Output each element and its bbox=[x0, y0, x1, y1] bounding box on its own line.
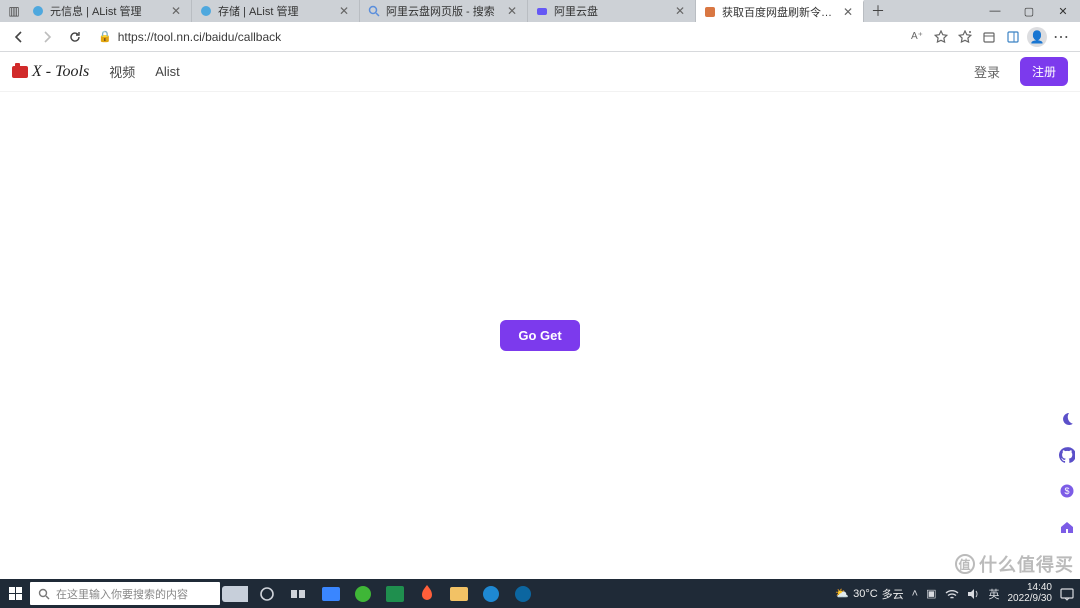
weather-desc: 多云 bbox=[882, 586, 904, 602]
tab-title: 元信息 | AList 管理 bbox=[50, 3, 163, 19]
task-icons bbox=[254, 583, 536, 605]
tab-4[interactable]: 获取百度网盘刷新令牌回调 - XT ✕ bbox=[696, 0, 864, 22]
sidebar-icon[interactable] bbox=[1002, 26, 1024, 48]
alist-icon bbox=[32, 5, 44, 17]
window-buttons: ― ▢ ✕ bbox=[978, 0, 1080, 22]
chevron-up-icon[interactable]: ˄ bbox=[912, 588, 918, 600]
weather-icon: ⛅ bbox=[835, 587, 849, 600]
nav-video[interactable]: 视频 bbox=[109, 62, 135, 81]
news-widget-icon[interactable] bbox=[222, 583, 248, 605]
donate-icon[interactable]: $ bbox=[1056, 480, 1078, 502]
system-tray: ⛅ 30°C 多云 ˄ ▣ 英 14:40 2022/9/30 bbox=[835, 579, 1080, 608]
close-window-button[interactable]: ✕ bbox=[1046, 0, 1080, 22]
favorites-bar-icon[interactable] bbox=[954, 26, 976, 48]
site-nav: X - Tools 视频 Alist 登录 注册 bbox=[0, 52, 1080, 92]
volume-icon[interactable] bbox=[967, 588, 981, 600]
app-360-icon[interactable] bbox=[350, 583, 376, 605]
tab-strip: ▥ 元信息 | AList 管理 ✕ 存储 | AList 管理 ✕ 阿里云盘网… bbox=[0, 0, 1080, 22]
tab-0[interactable]: 元信息 | AList 管理 ✕ bbox=[24, 0, 192, 22]
float-rail: $ bbox=[1056, 408, 1078, 538]
tab-3[interactable]: 阿里云盘 ✕ bbox=[528, 0, 696, 22]
browser-chrome: ▥ 元信息 | AList 管理 ✕ 存储 | AList 管理 ✕ 阿里云盘网… bbox=[0, 0, 1080, 52]
close-icon[interactable]: ✕ bbox=[841, 5, 855, 19]
moon-icon[interactable] bbox=[1056, 408, 1078, 430]
wifi-icon[interactable] bbox=[945, 588, 959, 600]
svg-text:$: $ bbox=[1064, 486, 1069, 496]
taskview-icon[interactable] bbox=[286, 583, 312, 605]
address-bar: 🔒 https://tool.nn.ci/baidu/callback A⁺ 👤… bbox=[0, 22, 1080, 52]
notifications-icon[interactable] bbox=[1060, 587, 1074, 601]
close-icon[interactable]: ✕ bbox=[673, 4, 687, 18]
app-edge2-icon[interactable] bbox=[510, 583, 536, 605]
app-fileexplorer-icon[interactable] bbox=[446, 583, 472, 605]
go-get-button[interactable]: Go Get bbox=[500, 320, 579, 351]
clock-date: 2022/9/30 bbox=[1008, 594, 1053, 605]
aliyun-icon bbox=[536, 5, 548, 17]
watermark-badge: 值 bbox=[955, 554, 975, 574]
clock[interactable]: 14:40 2022/9/30 bbox=[1008, 583, 1053, 604]
taskbar: 在这里输入你要搜索的内容 ⛅ 30°C 多云 ˄ ▣ 英 14:40 2022/ bbox=[0, 579, 1080, 608]
tab-title: 阿里云盘网页版 - 搜索 bbox=[386, 3, 499, 19]
search-icon bbox=[38, 588, 50, 600]
back-button[interactable] bbox=[8, 26, 30, 48]
new-tab-button[interactable]: ＋ bbox=[864, 0, 892, 22]
ime-indicator[interactable]: 英 bbox=[989, 586, 1000, 602]
tab-title: 存储 | AList 管理 bbox=[218, 3, 331, 19]
app-excel-icon[interactable] bbox=[382, 583, 408, 605]
app-explorer-icon[interactable] bbox=[318, 583, 344, 605]
refresh-button[interactable] bbox=[64, 26, 86, 48]
tray-app-icon[interactable]: ▣ bbox=[926, 587, 936, 600]
forward-button[interactable] bbox=[36, 26, 58, 48]
minimize-button[interactable]: ― bbox=[978, 0, 1012, 22]
brand-text: X - Tools bbox=[32, 63, 89, 81]
start-button[interactable] bbox=[0, 587, 30, 600]
maximize-button[interactable]: ▢ bbox=[1012, 0, 1046, 22]
profile-avatar[interactable]: 👤 bbox=[1026, 26, 1048, 48]
alist-icon bbox=[200, 5, 212, 17]
close-icon[interactable]: ✕ bbox=[169, 4, 183, 18]
more-icon[interactable]: ⋯ bbox=[1050, 26, 1072, 48]
favorite-icon[interactable] bbox=[930, 26, 952, 48]
clock-time: 14:40 bbox=[1027, 583, 1052, 594]
tab-1[interactable]: 存储 | AList 管理 ✕ bbox=[192, 0, 360, 22]
read-aloud-icon[interactable]: A⁺ bbox=[906, 26, 928, 48]
weather-temp: 30°C bbox=[853, 588, 878, 600]
close-icon[interactable]: ✕ bbox=[505, 4, 519, 18]
page-viewport: X - Tools 视频 Alist 登录 注册 Go Get $ 值 什么值得… bbox=[0, 52, 1080, 579]
taskbar-search[interactable]: 在这里输入你要搜索的内容 bbox=[30, 582, 220, 605]
search-icon bbox=[368, 5, 380, 17]
nav-alist[interactable]: Alist bbox=[155, 64, 180, 79]
tab-title: 获取百度网盘刷新令牌回调 - XT bbox=[722, 4, 835, 20]
lock-icon: 🔒 bbox=[98, 30, 112, 43]
watermark-text: 什么值得买 bbox=[979, 551, 1074, 577]
collections-icon[interactable] bbox=[978, 26, 1000, 48]
tab-actions-icon[interactable]: ▥ bbox=[4, 0, 24, 22]
tab-2[interactable]: 阿里云盘网页版 - 搜索 ✕ bbox=[360, 0, 528, 22]
url-box[interactable]: 🔒 https://tool.nn.ci/baidu/callback bbox=[92, 25, 900, 49]
taskbar-search-placeholder: 在这里输入你要搜索的内容 bbox=[56, 586, 188, 602]
watermark: 值 什么值得买 bbox=[955, 551, 1074, 577]
cortana-icon[interactable] bbox=[254, 583, 280, 605]
register-button[interactable]: 注册 bbox=[1020, 57, 1068, 86]
windows-icon bbox=[9, 587, 22, 600]
app-flame-icon[interactable] bbox=[414, 583, 440, 605]
main-area: Go Get bbox=[0, 92, 1080, 579]
github-icon[interactable] bbox=[1056, 444, 1078, 466]
login-link[interactable]: 登录 bbox=[974, 62, 1000, 81]
tab-title: 阿里云盘 bbox=[554, 3, 667, 19]
xtools-icon bbox=[704, 6, 716, 18]
camera-icon bbox=[12, 66, 28, 78]
weather-widget[interactable]: ⛅ 30°C 多云 bbox=[835, 586, 903, 602]
url-text: https://tool.nn.ci/baidu/callback bbox=[118, 30, 281, 44]
close-icon[interactable]: ✕ bbox=[337, 4, 351, 18]
brand[interactable]: X - Tools bbox=[12, 63, 89, 81]
app-edge-icon[interactable] bbox=[478, 583, 504, 605]
home-icon[interactable] bbox=[1056, 516, 1078, 538]
